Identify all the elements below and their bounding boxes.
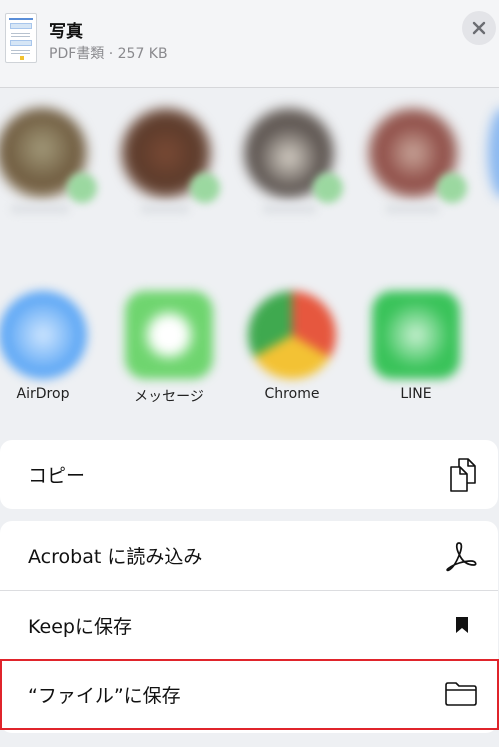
apps-row: AirDrop メッセージ Chrome LINE xyxy=(0,285,499,415)
contacts-row xyxy=(0,100,499,260)
document-subtitle: PDF書類 · 257 KB xyxy=(49,46,168,62)
bookmark-icon xyxy=(456,617,468,633)
copy-icon xyxy=(450,457,476,492)
document-thumbnail xyxy=(5,13,37,63)
keep-action[interactable]: Keepに保存 xyxy=(0,590,498,659)
contact-name xyxy=(262,204,317,214)
contact-name xyxy=(140,204,190,214)
contact-name xyxy=(385,204,440,214)
copy-label: コピー xyxy=(28,465,86,487)
actions-group: Acrobat に読み込み Keepに保存 “ファイル”に保存 xyxy=(0,521,498,733)
save-to-files-action[interactable]: “ファイル”に保存 xyxy=(0,659,498,728)
line-icon xyxy=(372,291,460,379)
contact-app-badge xyxy=(67,173,97,203)
acrobat-action[interactable]: Acrobat に読み込み xyxy=(0,521,498,590)
app-label: LINE xyxy=(400,386,432,402)
app-label: AirDrop xyxy=(16,386,70,402)
messages-icon xyxy=(125,291,213,379)
copy-group: コピー xyxy=(0,440,498,509)
contact-app-badge xyxy=(437,173,467,203)
airdrop-icon xyxy=(0,291,87,379)
close-button[interactable] xyxy=(462,11,496,45)
document-title: 写真 xyxy=(49,22,83,42)
contact-name xyxy=(10,204,70,214)
app-label: メッセージ xyxy=(134,389,204,405)
contact-app-badge xyxy=(190,173,220,203)
keep-label: Keepに保存 xyxy=(28,615,132,638)
share-sheet-header: 写真 PDF書類 · 257 KB xyxy=(0,0,499,88)
acrobat-label: Acrobat に読み込み xyxy=(28,546,203,568)
close-icon xyxy=(472,21,486,35)
copy-action[interactable]: コピー xyxy=(0,440,498,509)
folder-icon xyxy=(445,682,477,706)
files-label: “ファイル”に保存 xyxy=(28,684,181,707)
contact-avatar[interactable] xyxy=(488,108,499,198)
chrome-icon xyxy=(248,291,336,379)
contact-app-badge xyxy=(313,173,343,203)
acrobat-icon xyxy=(446,541,477,571)
app-label: Chrome xyxy=(264,386,320,402)
